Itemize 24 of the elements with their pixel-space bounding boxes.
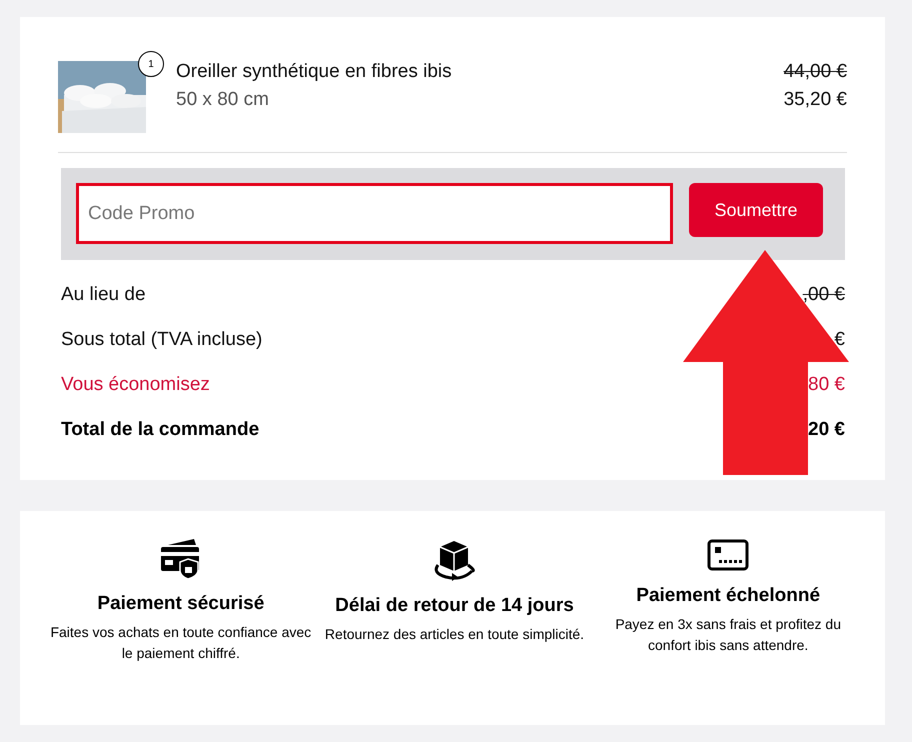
quantity-badge: 1 bbox=[138, 51, 164, 77]
summary-label: Vous économisez bbox=[61, 374, 210, 396]
sale-price: 35,20 € bbox=[784, 89, 847, 111]
summary-label: Au lieu de bbox=[61, 284, 146, 306]
product-name: Oreiller synthétique en fibres ibis bbox=[176, 61, 453, 83]
summary-value: 80 € bbox=[808, 374, 845, 396]
card-reader-icon bbox=[707, 539, 750, 571]
promo-code-field[interactable]: Code Promo bbox=[76, 183, 673, 244]
summary-label: Sous total (TVA incluse) bbox=[61, 328, 262, 350]
summary-value: 20 € bbox=[808, 418, 845, 440]
card-shield-icon bbox=[160, 539, 202, 579]
summary-value: € bbox=[834, 328, 845, 350]
feature-description: Faites vos achats en toute confiance avec le paiement chiffré. bbox=[49, 623, 312, 663]
original-price: 44,00 € bbox=[784, 61, 847, 83]
submit-button[interactable]: Soumettre bbox=[689, 183, 823, 237]
summary-value: ,00 € bbox=[802, 284, 845, 306]
feature-title: Délai de retour de 14 jours bbox=[335, 594, 574, 618]
feature-title: Paiement échelonné bbox=[636, 584, 820, 608]
feature-description: Retournez des articles en toute simplicité. bbox=[324, 625, 584, 644]
feature-title: Paiement sécurisé bbox=[97, 592, 264, 616]
summary-label: Total de la commande bbox=[61, 418, 260, 440]
box-return-icon bbox=[432, 539, 476, 581]
product-size: 50 x 80 cm bbox=[176, 89, 270, 111]
feature-description: Payez en 3x sans frais et profitez du confort ibis sans attendre. bbox=[614, 615, 842, 655]
